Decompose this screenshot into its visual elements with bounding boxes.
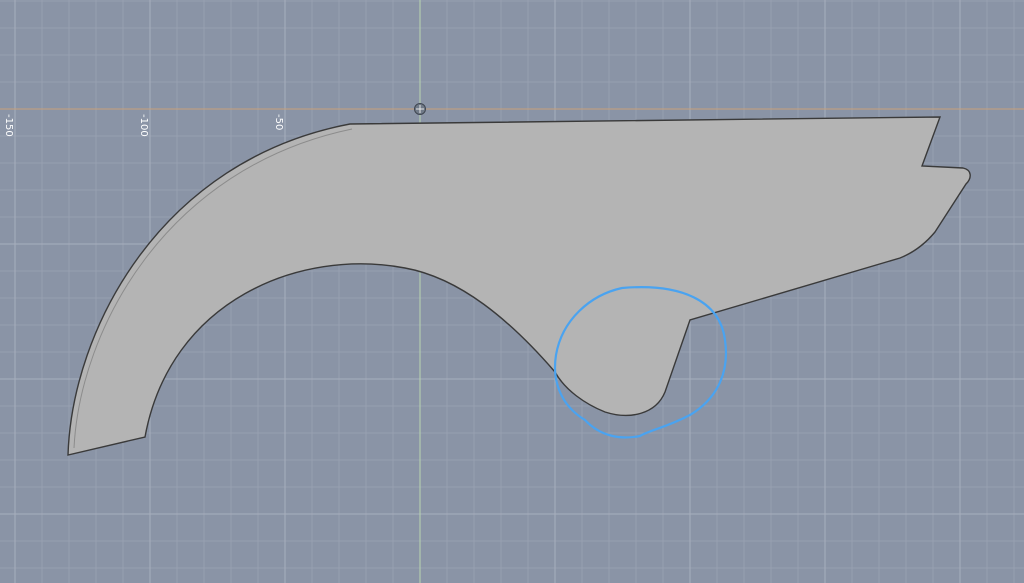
ruler-label-neg100: -100	[138, 114, 149, 137]
sketch-canvas[interactable]: -150 -100 -50	[0, 0, 1024, 583]
ruler-label-neg50: -50	[273, 114, 284, 130]
ruler-label-neg150: -150	[3, 114, 14, 137]
sketch-viewport[interactable]: -150 -100 -50	[0, 0, 1024, 583]
part-profile[interactable]	[67, 116, 971, 456]
origin-marker-icon[interactable]	[414, 103, 426, 115]
ruler: -150 -100 -50	[3, 114, 284, 137]
